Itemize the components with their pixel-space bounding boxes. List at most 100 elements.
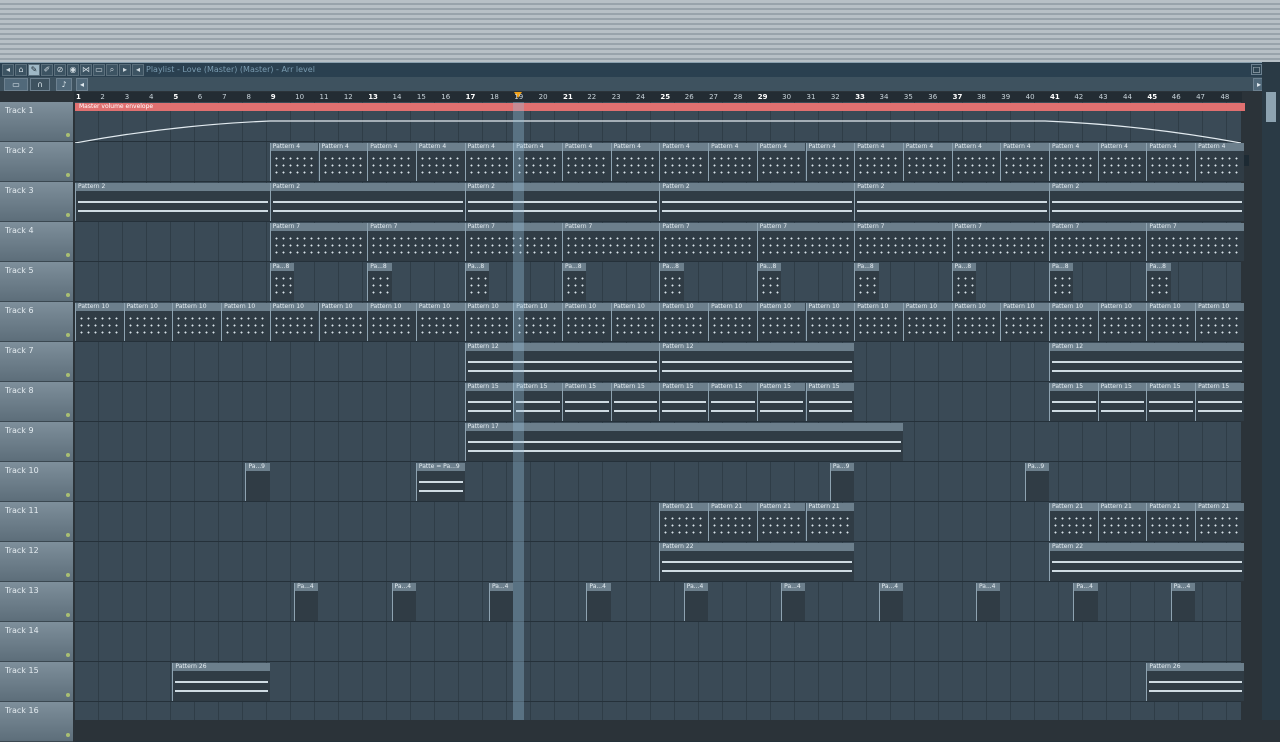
pattern-clip[interactable]: Pattern 10 <box>708 303 757 341</box>
pattern-clip[interactable]: Pattern 4 <box>464 143 514 181</box>
pattern-clip[interactable]: Pattern 17 <box>464 423 903 461</box>
pattern-icon[interactable]: ♪ <box>56 78 72 91</box>
pattern-clip[interactable]: Pattern 10 <box>756 303 806 341</box>
pattern-clip[interactable]: Patte = Pa...9 <box>415 463 465 501</box>
pattern-clip[interactable]: Pattern 4 <box>562 143 611 181</box>
pattern-clip[interactable]: Pattern 15 <box>1049 383 1098 421</box>
track-led-icon[interactable] <box>66 373 70 377</box>
back-icon[interactable]: ◂ <box>132 64 144 76</box>
pattern-clip[interactable]: Pa...8 <box>269 263 295 301</box>
pattern-clip[interactable]: Pattern 22 <box>1049 543 1244 581</box>
pattern-clip[interactable]: Pa...9 <box>245 463 270 501</box>
pattern-clip[interactable]: Pattern 21 <box>1195 503 1244 541</box>
pattern-clip[interactable]: Pa...4 <box>294 583 319 621</box>
pattern-clip[interactable]: Pattern 4 <box>1000 143 1049 181</box>
pattern-clip[interactable]: Pattern 4 <box>708 143 757 181</box>
track-header[interactable]: Track 2 <box>0 142 73 182</box>
pattern-clip[interactable]: Pattern 7 <box>269 223 368 261</box>
pattern-clip[interactable]: Pattern 4 <box>415 143 465 181</box>
pattern-clip[interactable]: Pa...4 <box>781 583 806 621</box>
pattern-clip[interactable]: Pa...8 <box>562 263 587 301</box>
pattern-clip[interactable]: Pattern 7 <box>659 223 757 261</box>
pattern-clip[interactable]: Pattern 2 <box>75 183 270 221</box>
pattern-clip[interactable]: Pattern 26 <box>1146 663 1244 701</box>
pattern-clip[interactable]: Pattern 4 <box>756 143 806 181</box>
pattern-clip[interactable]: Pattern 12 <box>1049 343 1244 381</box>
vertical-scrollbar[interactable] <box>1262 62 1280 720</box>
pattern-clip[interactable]: Pattern 15 <box>562 383 611 421</box>
pattern-clip[interactable]: Pattern 4 <box>1097 143 1147 181</box>
track-led-icon[interactable] <box>66 293 70 297</box>
pattern-clip[interactable]: Pattern 4 <box>318 143 368 181</box>
track-led-icon[interactable] <box>66 173 70 177</box>
track-led-icon[interactable] <box>66 333 70 337</box>
track-lane[interactable] <box>75 582 1241 622</box>
pattern-clip[interactable]: Pattern 7 <box>562 223 660 261</box>
track-led-icon[interactable] <box>66 413 70 417</box>
pattern-clip[interactable]: Pattern 10 <box>1049 303 1098 341</box>
pattern-clip[interactable]: Pattern 10 <box>318 303 368 341</box>
pattern-clip[interactable]: Pa...8 <box>951 263 976 301</box>
pattern-clip[interactable]: Pattern 15 <box>464 383 514 421</box>
pattern-clip[interactable]: Pattern 7 <box>1146 223 1244 261</box>
pattern-clip[interactable]: Pattern 7 <box>1049 223 1147 261</box>
pattern-clip[interactable]: Pattern 4 <box>1049 143 1098 181</box>
track-header[interactable]: Track 14 <box>0 622 73 662</box>
pattern-clip[interactable]: Pa...4 <box>586 583 611 621</box>
pencil-icon[interactable]: ✎ <box>28 64 40 76</box>
pattern-clip[interactable]: Pattern 4 <box>1195 143 1244 181</box>
pattern-clip[interactable]: Pattern 15 <box>610 383 660 421</box>
track-led-icon[interactable] <box>66 573 70 577</box>
delete-icon[interactable]: ⊘ <box>54 64 66 76</box>
pattern-clip[interactable]: Pattern 2 <box>464 183 660 221</box>
pattern-clip[interactable]: Pattern 4 <box>367 143 416 181</box>
pattern-clip[interactable]: Pattern 10 <box>269 303 319 341</box>
pattern-clip[interactable]: Pattern 4 <box>659 143 709 181</box>
track-led-icon[interactable] <box>66 493 70 497</box>
maximize-icon[interactable]: □ <box>1251 64 1262 75</box>
pattern-clip[interactable]: Pattern 15 <box>708 383 757 421</box>
track-header[interactable]: Track 10 <box>0 462 73 502</box>
pattern-clip[interactable]: Pa...4 <box>683 583 709 621</box>
pattern-clip[interactable]: Pa...8 <box>464 263 489 301</box>
pattern-clip[interactable]: Pattern 4 <box>951 143 1001 181</box>
pattern-clip[interactable]: Pa...9 <box>1024 463 1049 501</box>
track-header[interactable]: Track 5 <box>0 262 73 302</box>
pattern-clip[interactable]: Pattern 2 <box>269 183 465 221</box>
pattern-clip[interactable]: Pa...4 <box>1073 583 1098 621</box>
track-led-icon[interactable] <box>66 653 70 657</box>
brush-icon[interactable]: ✐ <box>41 64 53 76</box>
pattern-clip[interactable]: Pattern 7 <box>367 223 465 261</box>
menu-icon[interactable]: ◂ <box>2 64 14 76</box>
pattern-clip[interactable]: Pa...4 <box>975 583 1001 621</box>
pattern-clip[interactable]: Pa...8 <box>659 263 684 301</box>
pattern-clip[interactable]: Pattern 4 <box>805 143 855 181</box>
track-header[interactable]: Track 16 <box>0 702 73 742</box>
pattern-clip[interactable]: Pattern 10 <box>951 303 1001 341</box>
pattern-clip[interactable]: Pattern 10 <box>464 303 514 341</box>
pattern-clip[interactable]: Pattern 12 <box>464 343 660 381</box>
track-led-icon[interactable] <box>66 533 70 537</box>
pattern-clip[interactable]: Pattern 15 <box>756 383 806 421</box>
pattern-clip[interactable]: Pattern 10 <box>805 303 855 341</box>
track-lane[interactable] <box>75 622 1241 662</box>
pattern-clip[interactable]: Pa...4 <box>878 583 903 621</box>
track-header[interactable]: Track 7 <box>0 342 73 382</box>
mute-icon[interactable]: ◉ <box>67 64 79 76</box>
pattern-clip[interactable]: Pattern 15 <box>659 383 709 421</box>
pattern-clip[interactable]: Pa...4 <box>488 583 514 621</box>
track-header[interactable]: Track 1 <box>0 102 73 142</box>
track-header[interactable]: Track 8 <box>0 382 73 422</box>
pattern-clip[interactable]: Pa...4 <box>1170 583 1196 621</box>
track-led-icon[interactable] <box>66 693 70 697</box>
track-led-icon[interactable] <box>66 453 70 457</box>
pattern-clip[interactable]: Pattern 2 <box>659 183 855 221</box>
pattern-clip[interactable]: Pattern 4 <box>854 143 903 181</box>
pattern-clip[interactable]: Pa...8 <box>854 263 879 301</box>
pattern-clip[interactable]: Pattern 21 <box>1146 503 1196 541</box>
track-header[interactable]: Track 15 <box>0 662 73 702</box>
track-led-icon[interactable] <box>66 613 70 617</box>
pattern-clip[interactable]: Pattern 21 <box>659 503 709 541</box>
track-header[interactable]: Track 3 <box>0 182 73 222</box>
playback-icon[interactable]: ▸ <box>119 64 131 76</box>
